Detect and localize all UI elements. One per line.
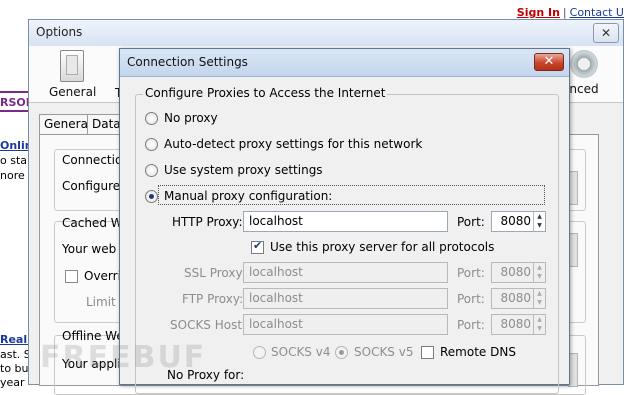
socks-v4-radio[interactable] <box>253 346 266 359</box>
spin-down-icon[interactable]: ▼ <box>535 272 544 281</box>
socks-v4-label[interactable]: SOCKS v4 <box>271 345 330 359</box>
remote-dns-label[interactable]: Remote DNS <box>440 345 516 359</box>
spin-down-icon[interactable]: ▼ <box>535 298 544 307</box>
ftp-port-spinner[interactable]: 8080 ▲ ▼ <box>491 288 546 309</box>
ssl-proxy-input[interactable]: localhost <box>243 262 448 283</box>
system-proxy-radio[interactable] <box>145 164 158 177</box>
close-button[interactable]: ✕ <box>534 53 564 71</box>
page-divider <box>0 91 30 93</box>
remote-dns-checkbox[interactable] <box>421 346 434 359</box>
general-switch-icon <box>60 50 84 82</box>
http-proxy-label: HTTP Proxy: <box>172 215 243 229</box>
socks-v5-label[interactable]: SOCKS v5 <box>354 345 413 359</box>
auto-detect-radio[interactable] <box>145 138 158 151</box>
options-title: Options <box>36 25 83 39</box>
contact-link[interactable]: Contact U <box>570 6 624 19</box>
gear-icon <box>570 50 598 78</box>
socks-port-value: 8080 <box>500 317 531 331</box>
http-port-spinner[interactable]: 8080 ▲ ▼ <box>491 211 546 232</box>
ftp-proxy-label: FTP Proxy: <box>182 292 244 306</box>
freebuf-watermark: FREEBUF <box>40 340 207 375</box>
use-for-all-checkbox[interactable] <box>251 239 264 254</box>
spinner-arrows: ▲ ▼ <box>533 289 545 308</box>
socks-port-label: Port: <box>457 318 485 332</box>
spinner-arrows: ▲ ▼ <box>533 315 545 334</box>
ftp-port-value: 8080 <box>500 291 531 305</box>
connection-settings-title: Connection Settings <box>127 55 248 69</box>
ssl-port-value: 8080 <box>500 265 531 279</box>
toolbar-advanced-button[interactable]: nced <box>564 50 604 96</box>
override-checkbox[interactable] <box>65 270 78 283</box>
options-titlebar[interactable]: Options ✕ <box>29 20 623 47</box>
options-close-button[interactable]: ✕ <box>593 23 619 43</box>
ssl-port-spinner[interactable]: 8080 ▲ ▼ <box>491 262 546 283</box>
ftp-proxy-input[interactable]: localhost <box>243 288 448 309</box>
nav-separator: | <box>562 6 567 19</box>
socks-v5-radio[interactable] <box>335 346 348 359</box>
top-nav: Sign In | Contact U <box>517 6 624 19</box>
page-fragment-text: year <box>0 376 25 389</box>
spin-up-icon[interactable]: ▲ <box>535 315 544 324</box>
spin-up-icon[interactable]: ▲ <box>535 263 544 272</box>
manual-proxy-radio[interactable] <box>145 190 158 203</box>
toolbar-general-button[interactable]: General <box>49 50 97 99</box>
http-proxy-input[interactable]: localhost <box>243 211 448 232</box>
spinner-arrows: ▲ ▼ <box>533 212 545 231</box>
socks-host-label: SOCKS Host: <box>170 318 247 332</box>
spin-up-icon[interactable]: ▲ <box>535 212 544 221</box>
proxy-group-heading: Configure Proxies to Access the Internet <box>143 86 388 100</box>
web-content-label: Your web c <box>62 242 127 256</box>
toolbar-advanced-label: nced <box>569 82 599 96</box>
page-fragment-text: ast. S <box>0 348 31 361</box>
toolbar-general-label: General <box>49 85 97 99</box>
configure-label: Configure <box>62 179 121 193</box>
page-fragment-text: o sta <box>0 154 28 167</box>
http-port-value: 8080 <box>500 214 531 228</box>
connection-settings-dialog: Connection Settings ✕ Configure Proxies … <box>119 48 570 394</box>
auto-detect-label[interactable]: Auto-detect proxy settings for this netw… <box>164 137 422 151</box>
ssl-port-label: Port: <box>457 266 485 280</box>
manual-proxy-label[interactable]: Manual proxy configuration: <box>164 189 332 203</box>
socks-port-spinner[interactable]: 8080 ▲ ▼ <box>491 314 546 335</box>
use-for-all-label[interactable]: Use this proxy server for all protocols <box>270 240 494 254</box>
no-proxy-label[interactable]: No proxy <box>164 111 218 125</box>
system-proxy-label[interactable]: Use system proxy settings <box>164 163 323 177</box>
ftp-port-label: Port: <box>457 292 485 306</box>
ssl-proxy-label: SSL Proxy: <box>184 266 246 280</box>
spinner-arrows: ▲ ▼ <box>533 263 545 282</box>
socks-host-input[interactable]: localhost <box>243 314 448 335</box>
spin-down-icon[interactable]: ▼ <box>535 221 544 230</box>
http-port-label: Port: <box>457 215 485 229</box>
spin-down-icon[interactable]: ▼ <box>535 324 544 333</box>
spin-up-icon[interactable]: ▲ <box>535 289 544 298</box>
no-proxy-radio[interactable] <box>145 112 158 125</box>
connection-settings-titlebar[interactable]: Connection Settings ✕ <box>120 49 569 77</box>
page-divider <box>0 110 30 112</box>
sign-in-link[interactable]: Sign In <box>517 6 560 19</box>
